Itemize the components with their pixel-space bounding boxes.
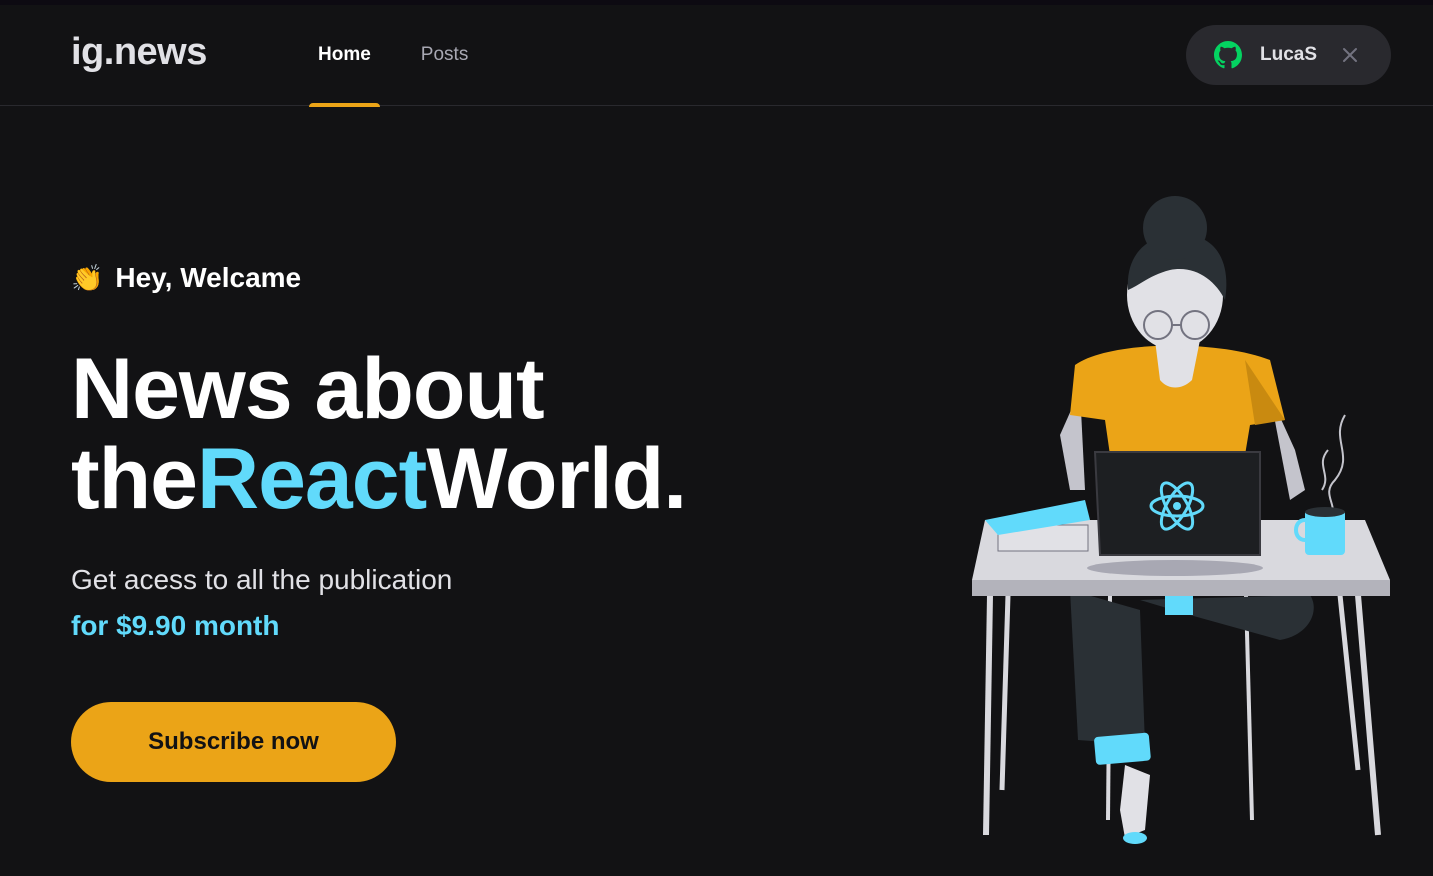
- clapping-hands-icon: 👏: [71, 262, 104, 293]
- user-name: LucaS: [1260, 44, 1318, 65]
- hero-illustration: [960, 190, 1400, 850]
- nav-posts-link[interactable]: Posts: [412, 5, 478, 105]
- welcome-line: 👏 Hey, Welcame: [71, 262, 771, 294]
- welcome-text: Hey, Welcame: [115, 262, 302, 293]
- hero-subtitle: Get acess to all the publication: [71, 564, 453, 595]
- title-the: the: [71, 431, 198, 527]
- close-icon[interactable]: [1341, 46, 1359, 64]
- github-signin-button[interactable]: LucaS: [1186, 25, 1391, 85]
- main-nav: Home Posts: [309, 5, 509, 107]
- github-icon: [1214, 41, 1242, 69]
- hero-title: News about theReactWorld.: [71, 344, 771, 524]
- logo[interactable]: ig.news: [71, 31, 207, 74]
- hero-section: 👏 Hey, Welcame News about theReactWorld.…: [71, 262, 771, 642]
- header: ig.news Home Posts LucaS: [0, 5, 1433, 107]
- subscribe-button[interactable]: Subscribe now: [71, 702, 396, 782]
- nav-home-link[interactable]: Home: [309, 5, 380, 107]
- title-react: React: [197, 431, 427, 527]
- title-world: World.: [426, 431, 687, 527]
- title-line1: News about: [71, 341, 545, 437]
- hero-price: for $9.90 month: [71, 610, 280, 641]
